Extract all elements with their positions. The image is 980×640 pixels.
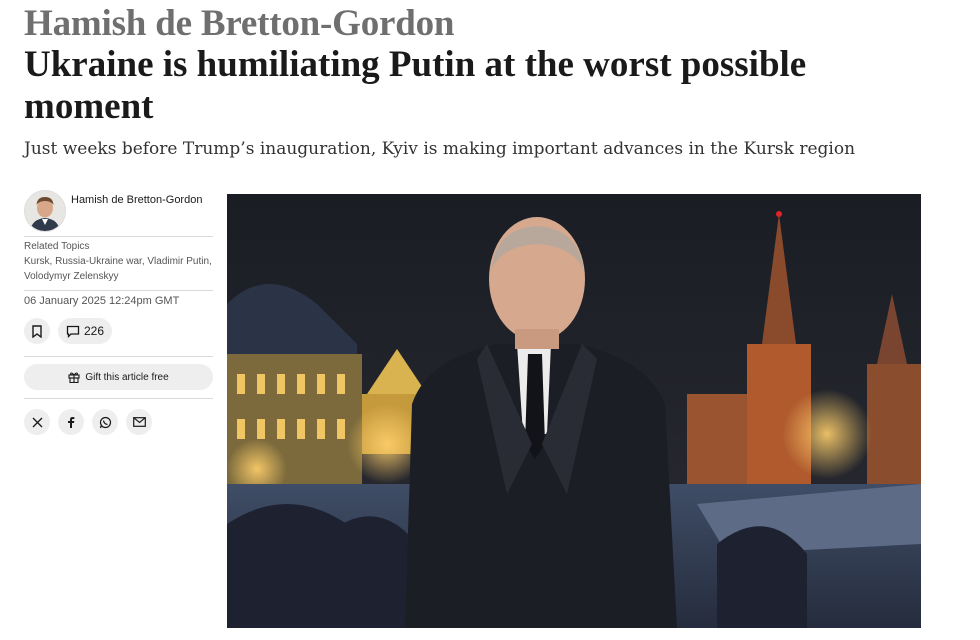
gift-label: Gift this article free bbox=[85, 371, 169, 383]
divider bbox=[24, 290, 213, 291]
share-email-button[interactable] bbox=[126, 409, 152, 435]
article-standfirst: Just weeks before Trump’s inauguration, … bbox=[24, 139, 856, 159]
share-facebook-button[interactable] bbox=[58, 409, 84, 435]
comments-button[interactable]: 226 bbox=[58, 318, 113, 344]
related-topics-heading: Related Topics bbox=[24, 241, 90, 252]
divider bbox=[24, 398, 213, 399]
article-sidebar: Hamish de Bretton-Gordon Related Topics … bbox=[24, 190, 213, 435]
share-whatsapp-button[interactable] bbox=[92, 409, 118, 435]
bookmark-button[interactable] bbox=[24, 318, 50, 344]
divider bbox=[24, 236, 213, 237]
author-byline[interactable]: Hamish de Bretton-Gordon bbox=[24, 190, 213, 236]
share-x-button[interactable] bbox=[24, 409, 50, 435]
related-topics-links[interactable]: Kursk, Russia-Ukraine war, Vladimir Puti… bbox=[24, 254, 213, 284]
comment-icon bbox=[66, 325, 80, 338]
article-headline: Ukraine is humiliating Putin at the wors… bbox=[24, 44, 807, 127]
article-page: Hamish de Bretton-Gordon Ukraine is humi… bbox=[0, 0, 980, 640]
comment-count: 226 bbox=[84, 324, 105, 338]
x-icon bbox=[32, 417, 42, 427]
facebook-icon bbox=[68, 417, 75, 428]
share-buttons bbox=[24, 409, 213, 435]
author-avatar[interactable] bbox=[24, 190, 66, 232]
article-actions: 226 bbox=[24, 318, 213, 344]
putin-kremlin-night-photo bbox=[227, 194, 921, 628]
gift-icon bbox=[68, 372, 80, 383]
hero-image bbox=[227, 194, 921, 628]
author-kicker-link[interactable]: Hamish de Bretton-Gordon bbox=[24, 2, 455, 46]
divider bbox=[24, 356, 213, 357]
publish-timestamp: 06 January 2025 12:24pm GMT bbox=[24, 295, 180, 307]
email-icon bbox=[132, 417, 146, 427]
bookmark-icon bbox=[32, 324, 42, 338]
gift-article-button[interactable]: Gift this article free bbox=[24, 364, 213, 390]
whatsapp-icon bbox=[99, 416, 111, 428]
author-name-link[interactable]: Hamish de Bretton-Gordon bbox=[71, 190, 202, 206]
